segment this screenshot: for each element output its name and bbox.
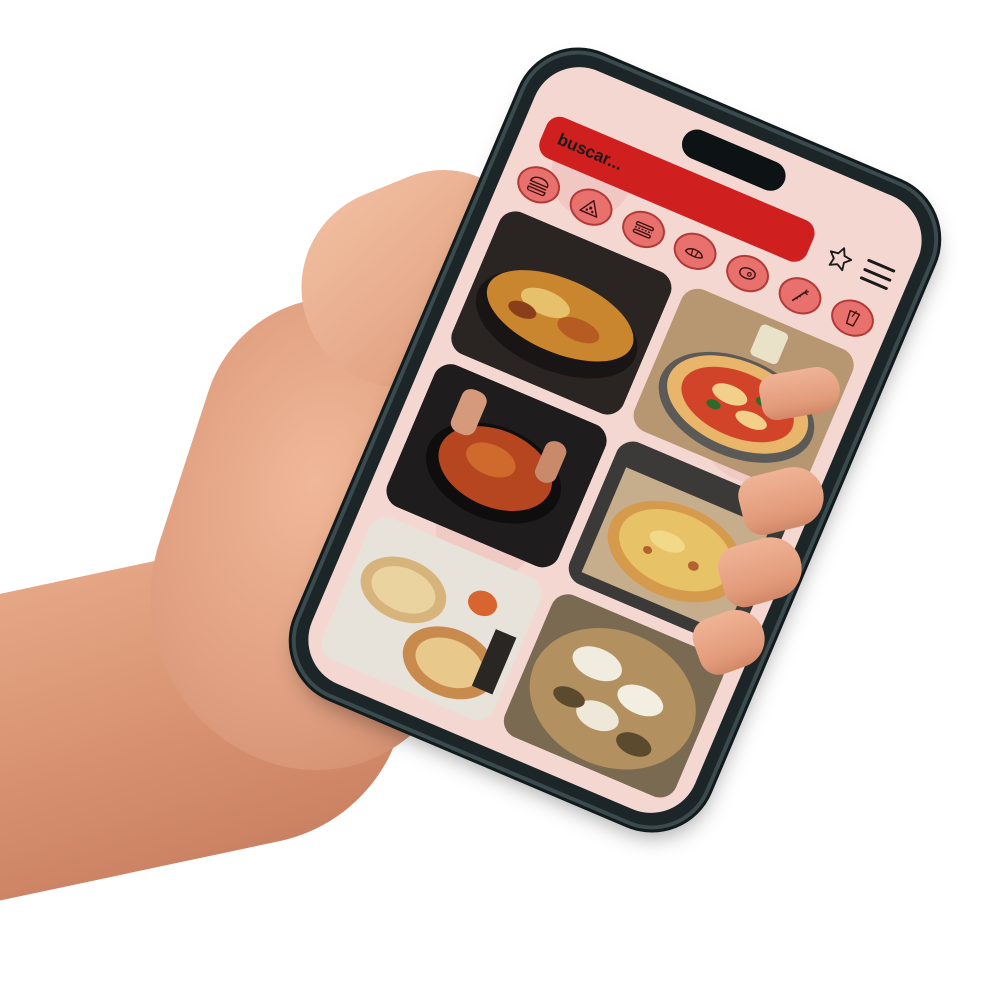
drink-icon bbox=[845, 309, 861, 327]
phone-screen: buscar... bbox=[293, 52, 937, 828]
pizza-slice-icon bbox=[579, 199, 598, 218]
croissant-icon bbox=[685, 248, 704, 259]
burger-icon bbox=[526, 176, 549, 197]
category-drinks[interactable] bbox=[825, 292, 880, 344]
category-vegetables[interactable] bbox=[772, 270, 828, 322]
category-meat[interactable] bbox=[720, 248, 776, 299]
search-placeholder: buscar... bbox=[554, 129, 626, 175]
star-icon bbox=[828, 247, 853, 272]
vegetables-icon bbox=[792, 289, 810, 302]
category-pizza[interactable] bbox=[563, 181, 619, 233]
menu-button[interactable] bbox=[858, 256, 897, 293]
steak-icon bbox=[739, 267, 757, 280]
category-burger[interactable] bbox=[511, 159, 566, 211]
favorites-button[interactable] bbox=[821, 240, 858, 277]
sandwich-icon bbox=[632, 220, 654, 239]
category-bakery[interactable] bbox=[668, 226, 723, 277]
category-sandwich[interactable] bbox=[615, 204, 671, 255]
